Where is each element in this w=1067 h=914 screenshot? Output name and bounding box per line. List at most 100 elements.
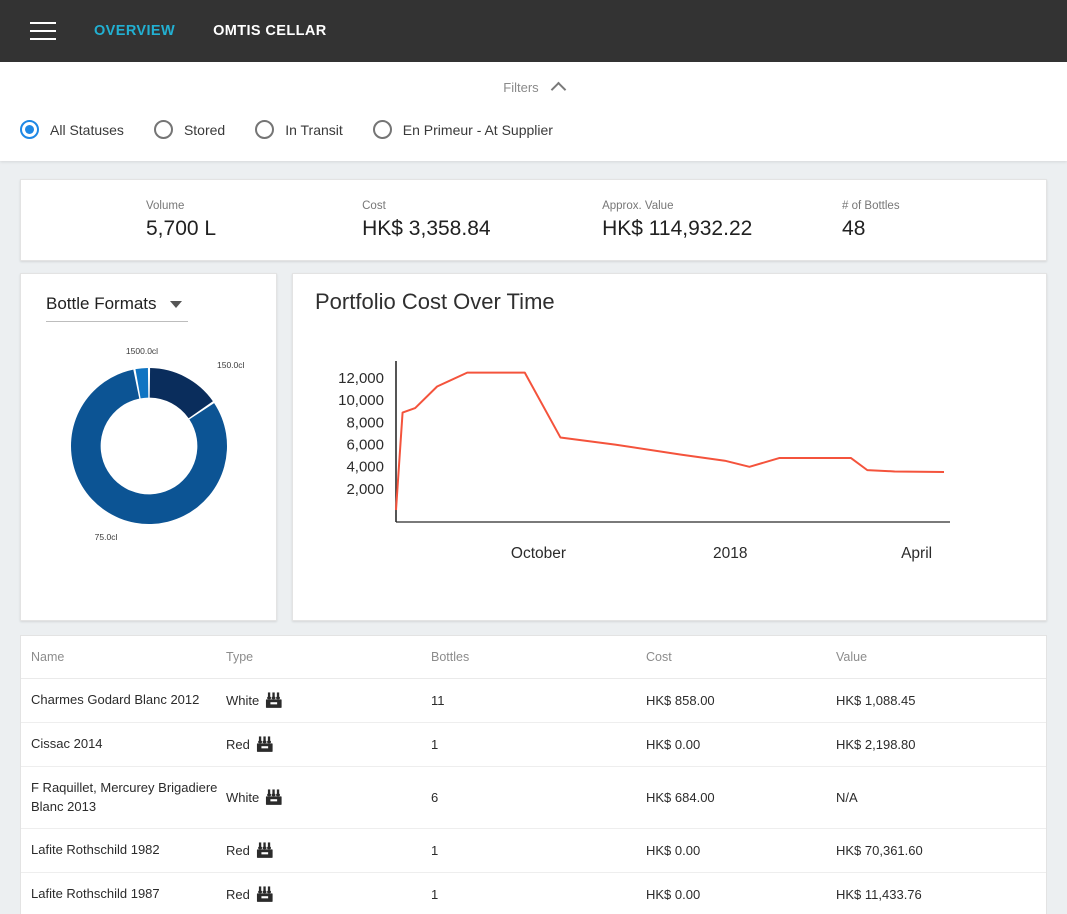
wine-crate-icon — [256, 842, 274, 859]
cell-type: White — [226, 766, 431, 830]
cell-value: HK$ 11,433.76 — [836, 872, 1046, 914]
summary-number-of-bottles: # of Bottles 48 — [806, 200, 1046, 241]
radio-label: In Transit — [285, 121, 343, 138]
cell-type: Red — [226, 872, 431, 914]
charts-row: Bottle Formats 150.0cl 75.0cl 1500.0cl Por… — [20, 273, 1047, 621]
cell-value: HK$ 2,198.80 — [836, 722, 1046, 767]
wine-crate-icon — [256, 736, 274, 753]
type-label: White — [226, 790, 260, 806]
hamburger-line — [30, 38, 56, 40]
radio-icon — [255, 120, 275, 139]
wine-crate-icon — [256, 886, 274, 903]
filters-panel: Filters All Statuses Stored In Transit E… — [0, 62, 1067, 161]
type-label: Red — [226, 887, 250, 903]
x-tick-label: October — [511, 545, 566, 562]
cell-value: HK$ 70,361.60 — [836, 828, 1046, 874]
radio-label: En Primeur - At Supplier — [402, 121, 553, 138]
status-radio-group: All Statuses Stored In Transit En Primeu… — [0, 100, 1067, 161]
cell-type: Red — [226, 828, 431, 874]
table-body: Charmes Godard Blanc 2012 White 11 HK$ 858.… — [21, 678, 1046, 914]
cell-value: N/A — [836, 766, 1046, 830]
cell-name: Lafite Rothschild 1987 — [21, 872, 226, 914]
radio-label: All Statuses — [50, 121, 124, 138]
table-row[interactable]: Lafite Rothschild 1982 Red 1 HK$ 0.00 HK$ 70… — [21, 828, 1046, 874]
summary-volume: Volume 5,700 L — [21, 200, 326, 241]
cell-bottles: 6 — [431, 766, 646, 830]
table-row[interactable]: Lafite Rothschild 1987 Red 1 HK$ 0.00 HK$ 11… — [21, 872, 1046, 914]
dropdown-label: Bottle Formats — [46, 294, 157, 313]
radio-stored[interactable]: Stored — [153, 120, 226, 139]
cell-value: HK$ 1,088.45 — [836, 678, 1046, 723]
filters-toggle[interactable]: Filters — [0, 74, 1067, 100]
radio-icon — [372, 120, 392, 139]
y-tick-label: 10,000 — [338, 392, 384, 409]
cell-type: White — [226, 678, 431, 723]
cell-cost: HK$ 0.00 — [646, 722, 836, 767]
wine-crate-icon — [265, 692, 283, 709]
cell-cost: HK$ 858.00 — [646, 678, 836, 723]
summary-value: HK$ 3,358.84 — [362, 216, 491, 240]
donut-chart: 150.0cl 75.0cl 1500.0cl — [21, 334, 278, 554]
cell-name: Charmes Godard Blanc 2012 — [21, 678, 226, 723]
column-header-name[interactable]: Name — [21, 636, 226, 679]
table-row[interactable]: Charmes Godard Blanc 2012 White 11 HK$ 858.… — [21, 678, 1046, 723]
radio-all-statuses[interactable]: All Statuses — [20, 120, 124, 139]
summary-label: # of Bottles — [842, 199, 900, 212]
cell-name: F Raquillet, Mercurey Brigadiere Blanc 2… — [21, 766, 226, 830]
table-row[interactable]: Cissac 2014 Red 1 HK$ 0.00 HK$ 2,198.80 — [21, 722, 1046, 767]
summary-label: Volume — [146, 199, 185, 212]
type-label: Red — [226, 843, 250, 859]
summary-approx-value: Approx. Value HK$ 114,932.22 — [566, 200, 806, 241]
column-header-type[interactable]: Type — [226, 636, 431, 679]
summary-value: HK$ 114,932.22 — [602, 216, 753, 240]
cell-type: Red — [226, 722, 431, 767]
x-tick-label: 2018 — [713, 545, 747, 562]
x-tick-label: April — [901, 545, 932, 562]
wine-crate-icon — [265, 789, 283, 806]
cell-bottles: 11 — [431, 678, 646, 723]
donut-chart-svg: 150.0cl 75.0cl 1500.0cl — [70, 346, 245, 542]
wine-table: Name Type Bottles Cost Value Charmes God… — [20, 635, 1047, 914]
hamburger-menu-icon[interactable] — [30, 22, 56, 40]
type-label: Red — [226, 736, 250, 752]
main-content: Volume 5,700 L Cost HK$ 3,358.84 Approx.… — [0, 179, 1067, 914]
tab-omtis-cellar[interactable]: OMTIS CELLAR — [213, 23, 327, 39]
column-header-cost[interactable]: Cost — [646, 636, 836, 679]
radio-in-transit[interactable]: In Transit — [255, 120, 343, 139]
cell-bottles: 1 — [431, 828, 646, 874]
column-header-bottles[interactable]: Bottles — [431, 636, 646, 679]
donut-slice-label: 150.0cl — [217, 360, 245, 370]
line-chart-title: Portfolio Cost Over Time — [315, 289, 555, 314]
summary-bar: Volume 5,700 L Cost HK$ 3,358.84 Approx.… — [20, 179, 1047, 261]
table-header-row: Name Type Bottles Cost Value — [21, 636, 1046, 679]
column-header-value[interactable]: Value — [836, 636, 1046, 679]
portfolio-cost-card: Portfolio Cost Over Time 2,000 4,000 6,000… — [292, 273, 1047, 621]
summary-cost: Cost HK$ 3,358.84 — [326, 200, 566, 241]
wine-table-element: Name Type Bottles Cost Value Charmes God… — [21, 636, 1046, 914]
radio-en-primeur-at-supplier[interactable]: En Primeur - At Supplier — [372, 120, 553, 139]
bottle-formats-card: Bottle Formats 150.0cl 75.0cl 1500.0cl — [20, 273, 277, 621]
chevron-down-icon[interactable] — [170, 300, 182, 308]
type-label: White — [226, 692, 260, 708]
line-chart: 2,000 4,000 6,000 8,000 10,000 12,000 October 2… — [293, 332, 1046, 612]
table-head: Name Type Bottles Cost Value — [21, 636, 1046, 679]
summary-label: Cost — [362, 199, 386, 212]
summary-value: 48 — [842, 216, 866, 240]
tab-overview[interactable]: OVERVIEW — [94, 23, 175, 39]
radio-icon — [153, 120, 173, 139]
line-series-path[interactable] — [395, 371, 945, 511]
bottle-formats-dropdown[interactable]: Bottle Formats — [46, 294, 188, 322]
cell-bottles: 1 — [431, 872, 646, 914]
radio-label: Stored — [183, 121, 226, 138]
y-tick-label: 2,000 — [346, 481, 384, 498]
hamburger-line — [30, 30, 56, 32]
cell-bottles: 1 — [431, 722, 646, 767]
chevron-up-icon[interactable] — [550, 81, 566, 97]
cell-name: Cissac 2014 — [21, 722, 226, 767]
table-row[interactable]: F Raquillet, Mercurey Brigadiere Blanc 2… — [21, 766, 1046, 830]
donut-slice-label: 1500.0cl — [126, 346, 158, 356]
app-bar: OVERVIEW OMTIS CELLAR — [0, 0, 1067, 62]
y-tick-label: 4,000 — [346, 459, 384, 476]
y-tick-label: 12,000 — [338, 370, 384, 387]
cell-cost: HK$ 684.00 — [646, 766, 836, 830]
